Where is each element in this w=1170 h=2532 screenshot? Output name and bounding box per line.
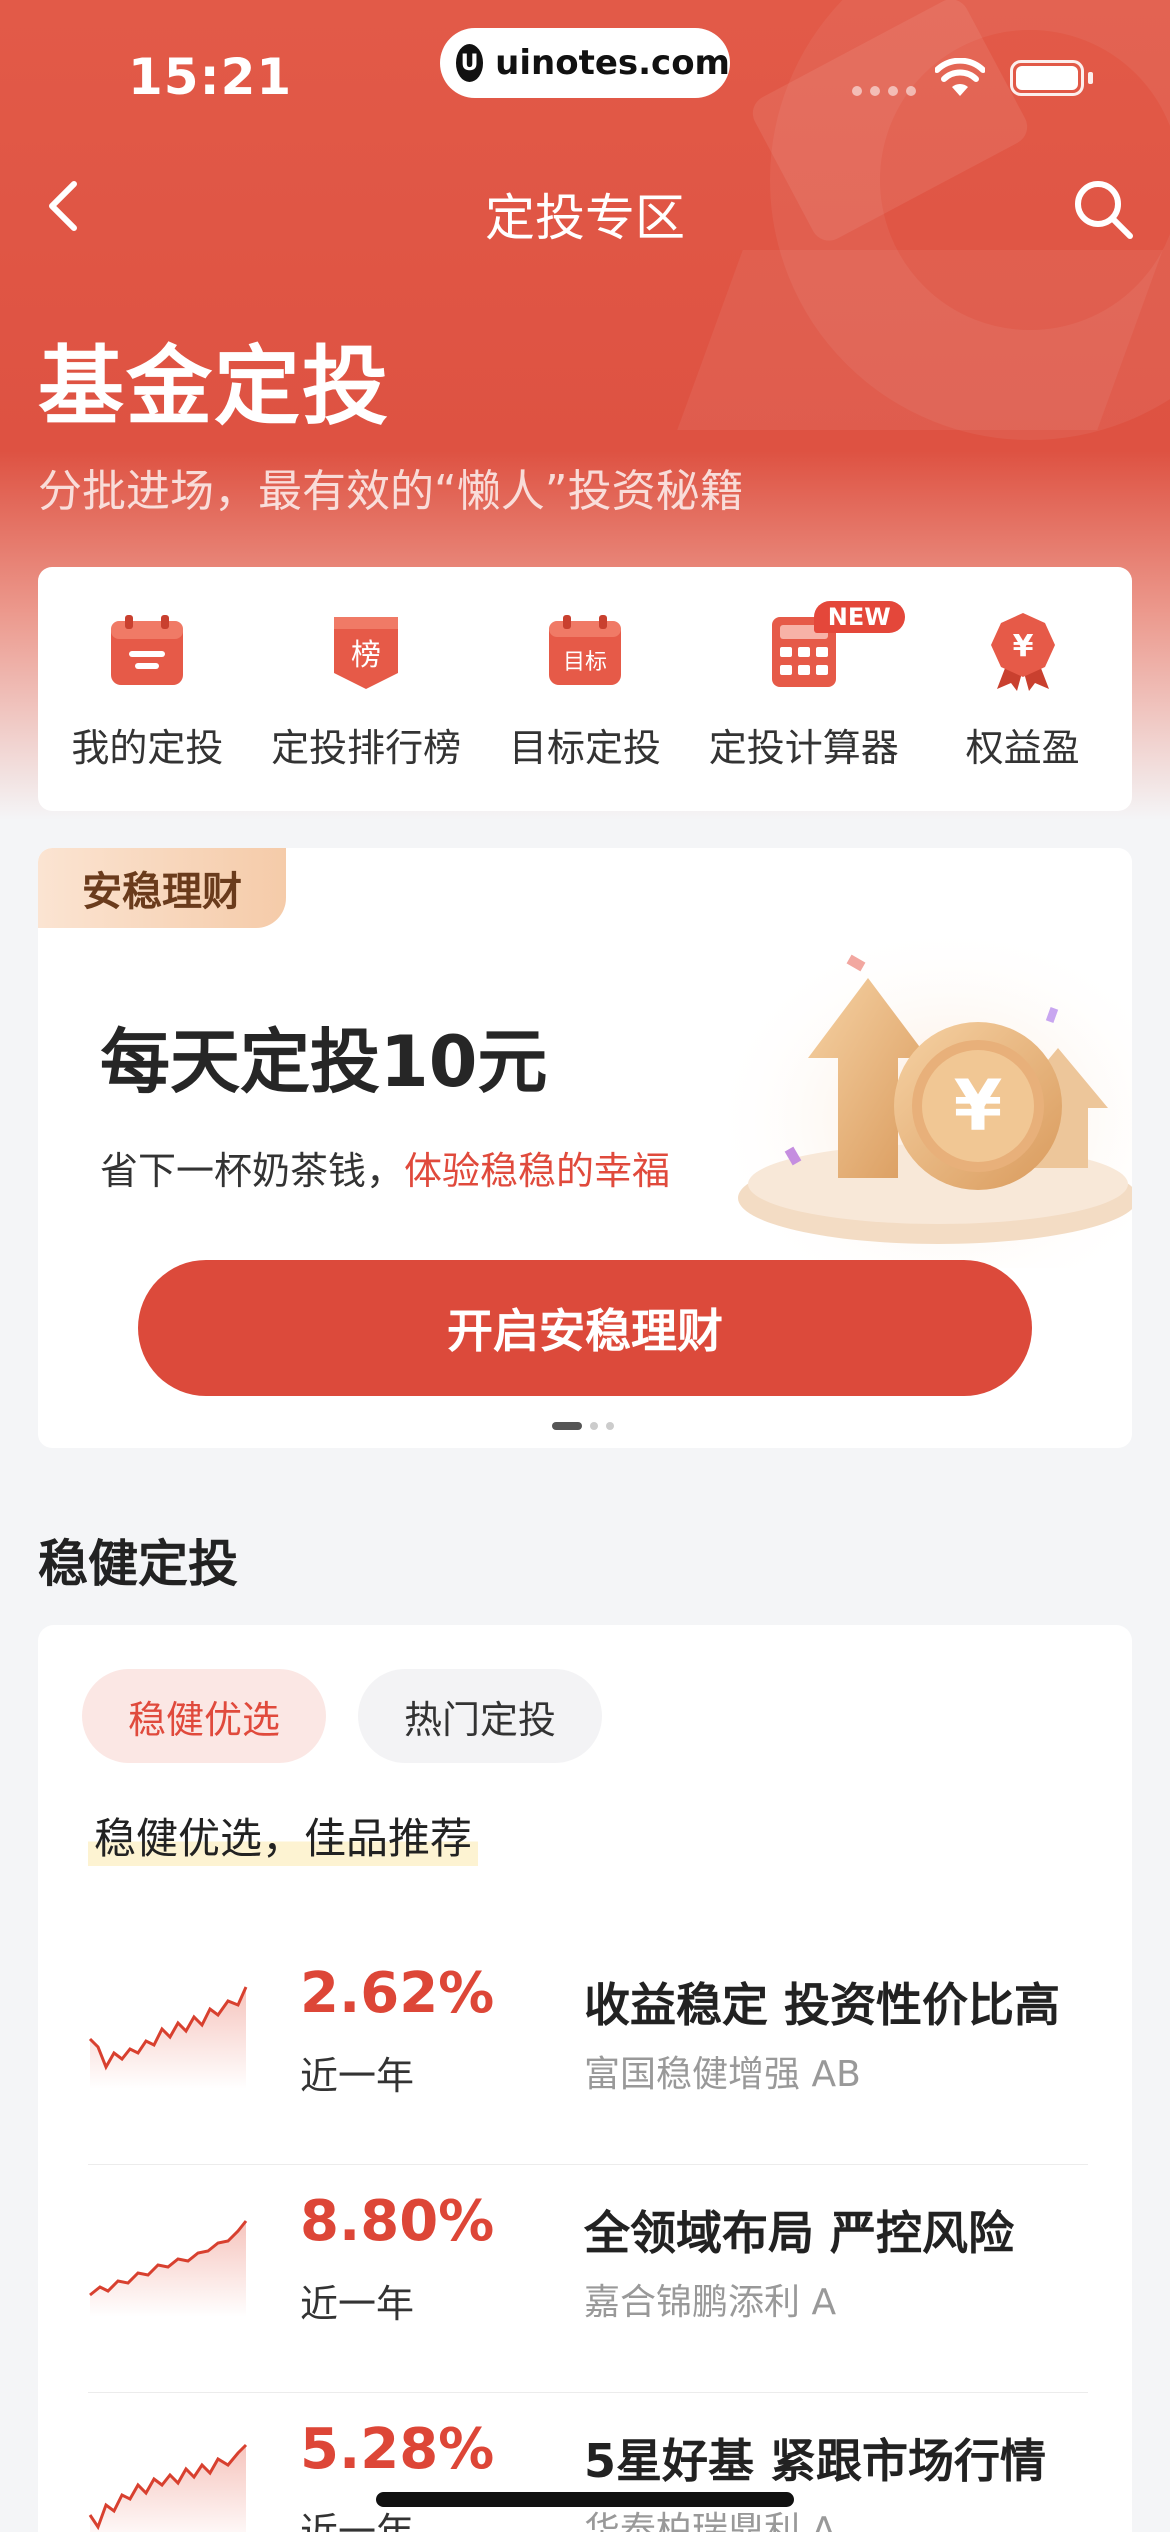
return-sparkline [89,2220,248,2317]
quick-link-label: 目标定投 [508,726,661,770]
cellular-signal-icon [852,86,916,96]
fund-row[interactable]: 5.28% 近一年 5星好基 紧跟市场行情 华泰柏瑞鼎利 A [88,2393,1088,2532]
fund-period: 近一年 [300,2054,415,2098]
svg-text:¥: ¥ [954,1065,1003,1147]
fund-headline: 收益稳定 投资性价比高 [584,1978,1061,2032]
quick-link-label: 我的定投 [71,726,224,770]
coin-growth-illustration: ¥ [728,938,1132,1268]
banner-tag: 安稳理财 [38,848,286,928]
fund-headline: 全领域布局 严控风险 [584,2206,1015,2260]
fund-tabs: 稳健优选 热门定投 [82,1669,603,1763]
carousel-dot-active [552,1422,582,1430]
section-title: 稳健定投 [38,1535,238,1593]
fund-return: 2.62% [300,1961,495,2026]
fund-list-card: 稳健优选 热门定投 稳健优选，佳品推荐 2.62% 近一年 收益稳定 投资性价比… [38,1625,1132,2532]
status-bar: 15:21 U uinotes.com [0,0,1170,140]
svg-text:榜: 榜 [351,638,381,673]
tab-description: 稳健优选，佳品推荐 [88,1805,479,1866]
carousel-dot [606,1422,614,1430]
ranking-icon: 榜 [334,617,399,689]
quick-link-my-plans[interactable]: 我的定投 [47,611,247,811]
battery-tip [1088,72,1093,84]
tab-steady-picks[interactable]: 稳健优选 [82,1669,327,1763]
carousel-dot [590,1422,598,1430]
banner-title: 每天定投10元 [100,1021,548,1103]
search-button[interactable] [1070,176,1136,242]
page-title: 定投专区 [485,189,685,247]
wifi-icon [935,58,985,96]
banner-subtitle-text: 省下一杯奶茶钱， [100,1149,405,1193]
carousel-indicator [552,1422,614,1430]
quick-link-equity-plus[interactable]: ¥ 权益盈 [923,611,1123,811]
return-sparkline [88,2443,248,2532]
fund-name: 富国稳健增强 AB [584,2054,861,2095]
yen-badge-icon: ¥ [990,613,1055,691]
hero-subtitle: 分批进场，最有效的“懒人”投资秘籍 [38,466,744,517]
promo-banner[interactable]: 安稳理财 ¥ 每天定投10元 省下一杯奶茶钱，体验稳稳的幸福 开启安稳理财 [38,848,1132,1448]
banner-subtitle: 省下一杯奶茶钱，体验稳稳的幸福 [100,1140,670,1195]
fund-row[interactable]: 2.62% 近一年 收益稳定 投资性价比高 富国稳健增强 AB [88,1937,1088,2165]
calendar-icon [111,615,184,685]
fund-row[interactable]: 8.80% 近一年 全领域布局 严控风险 嘉合锦鹏添利 A [88,2165,1088,2393]
hero-title: 基金定投 [38,337,390,437]
quick-link-label: 定投排行榜 [271,726,462,770]
svg-text:目标: 目标 [563,650,607,675]
return-sparkline [88,1986,248,2089]
banner-subtitle-highlight: 体验稳稳的幸福 [404,1149,671,1193]
site-domain: uinotes.com [495,43,730,83]
quick-links: 我的定投 榜 定投排行榜 目标 目标定投 NEW 定投计算器 ¥ 权益盈 [38,567,1132,811]
start-plan-button[interactable]: 开启安稳理财 [138,1260,1032,1396]
fund-period: 近一年 [300,2282,415,2326]
url-pill: U uinotes.com [440,28,730,98]
tab-popular-plans[interactable]: 热门定投 [358,1669,603,1763]
fund-headline: 5星好基 紧跟市场行情 [584,2434,1047,2488]
fund-return: 8.80% [300,2189,495,2254]
quick-link-calculator[interactable]: NEW 定投计算器 [704,601,905,811]
battery-icon [1010,60,1084,96]
new-badge: NEW [813,601,905,633]
status-time: 15:21 [128,48,293,106]
quick-link-target-plan[interactable]: 目标 目标定投 [485,611,685,811]
site-logo-icon: U [456,44,484,82]
fund-return: 5.28% [300,2417,495,2482]
fund-name: 嘉合锦鹏添利 A [584,2282,837,2323]
search-icon [1075,181,1133,239]
quick-link-label: 权益盈 [965,726,1080,770]
hero-decoration [677,250,1163,430]
quick-link-ranking[interactable]: 榜 定投排行榜 [266,611,466,811]
target-calendar-icon: 目标 [548,615,621,685]
svg-text:¥: ¥ [1012,629,1033,664]
home-indicator[interactable] [376,2492,794,2507]
quick-link-label: 定投计算器 [708,726,899,770]
